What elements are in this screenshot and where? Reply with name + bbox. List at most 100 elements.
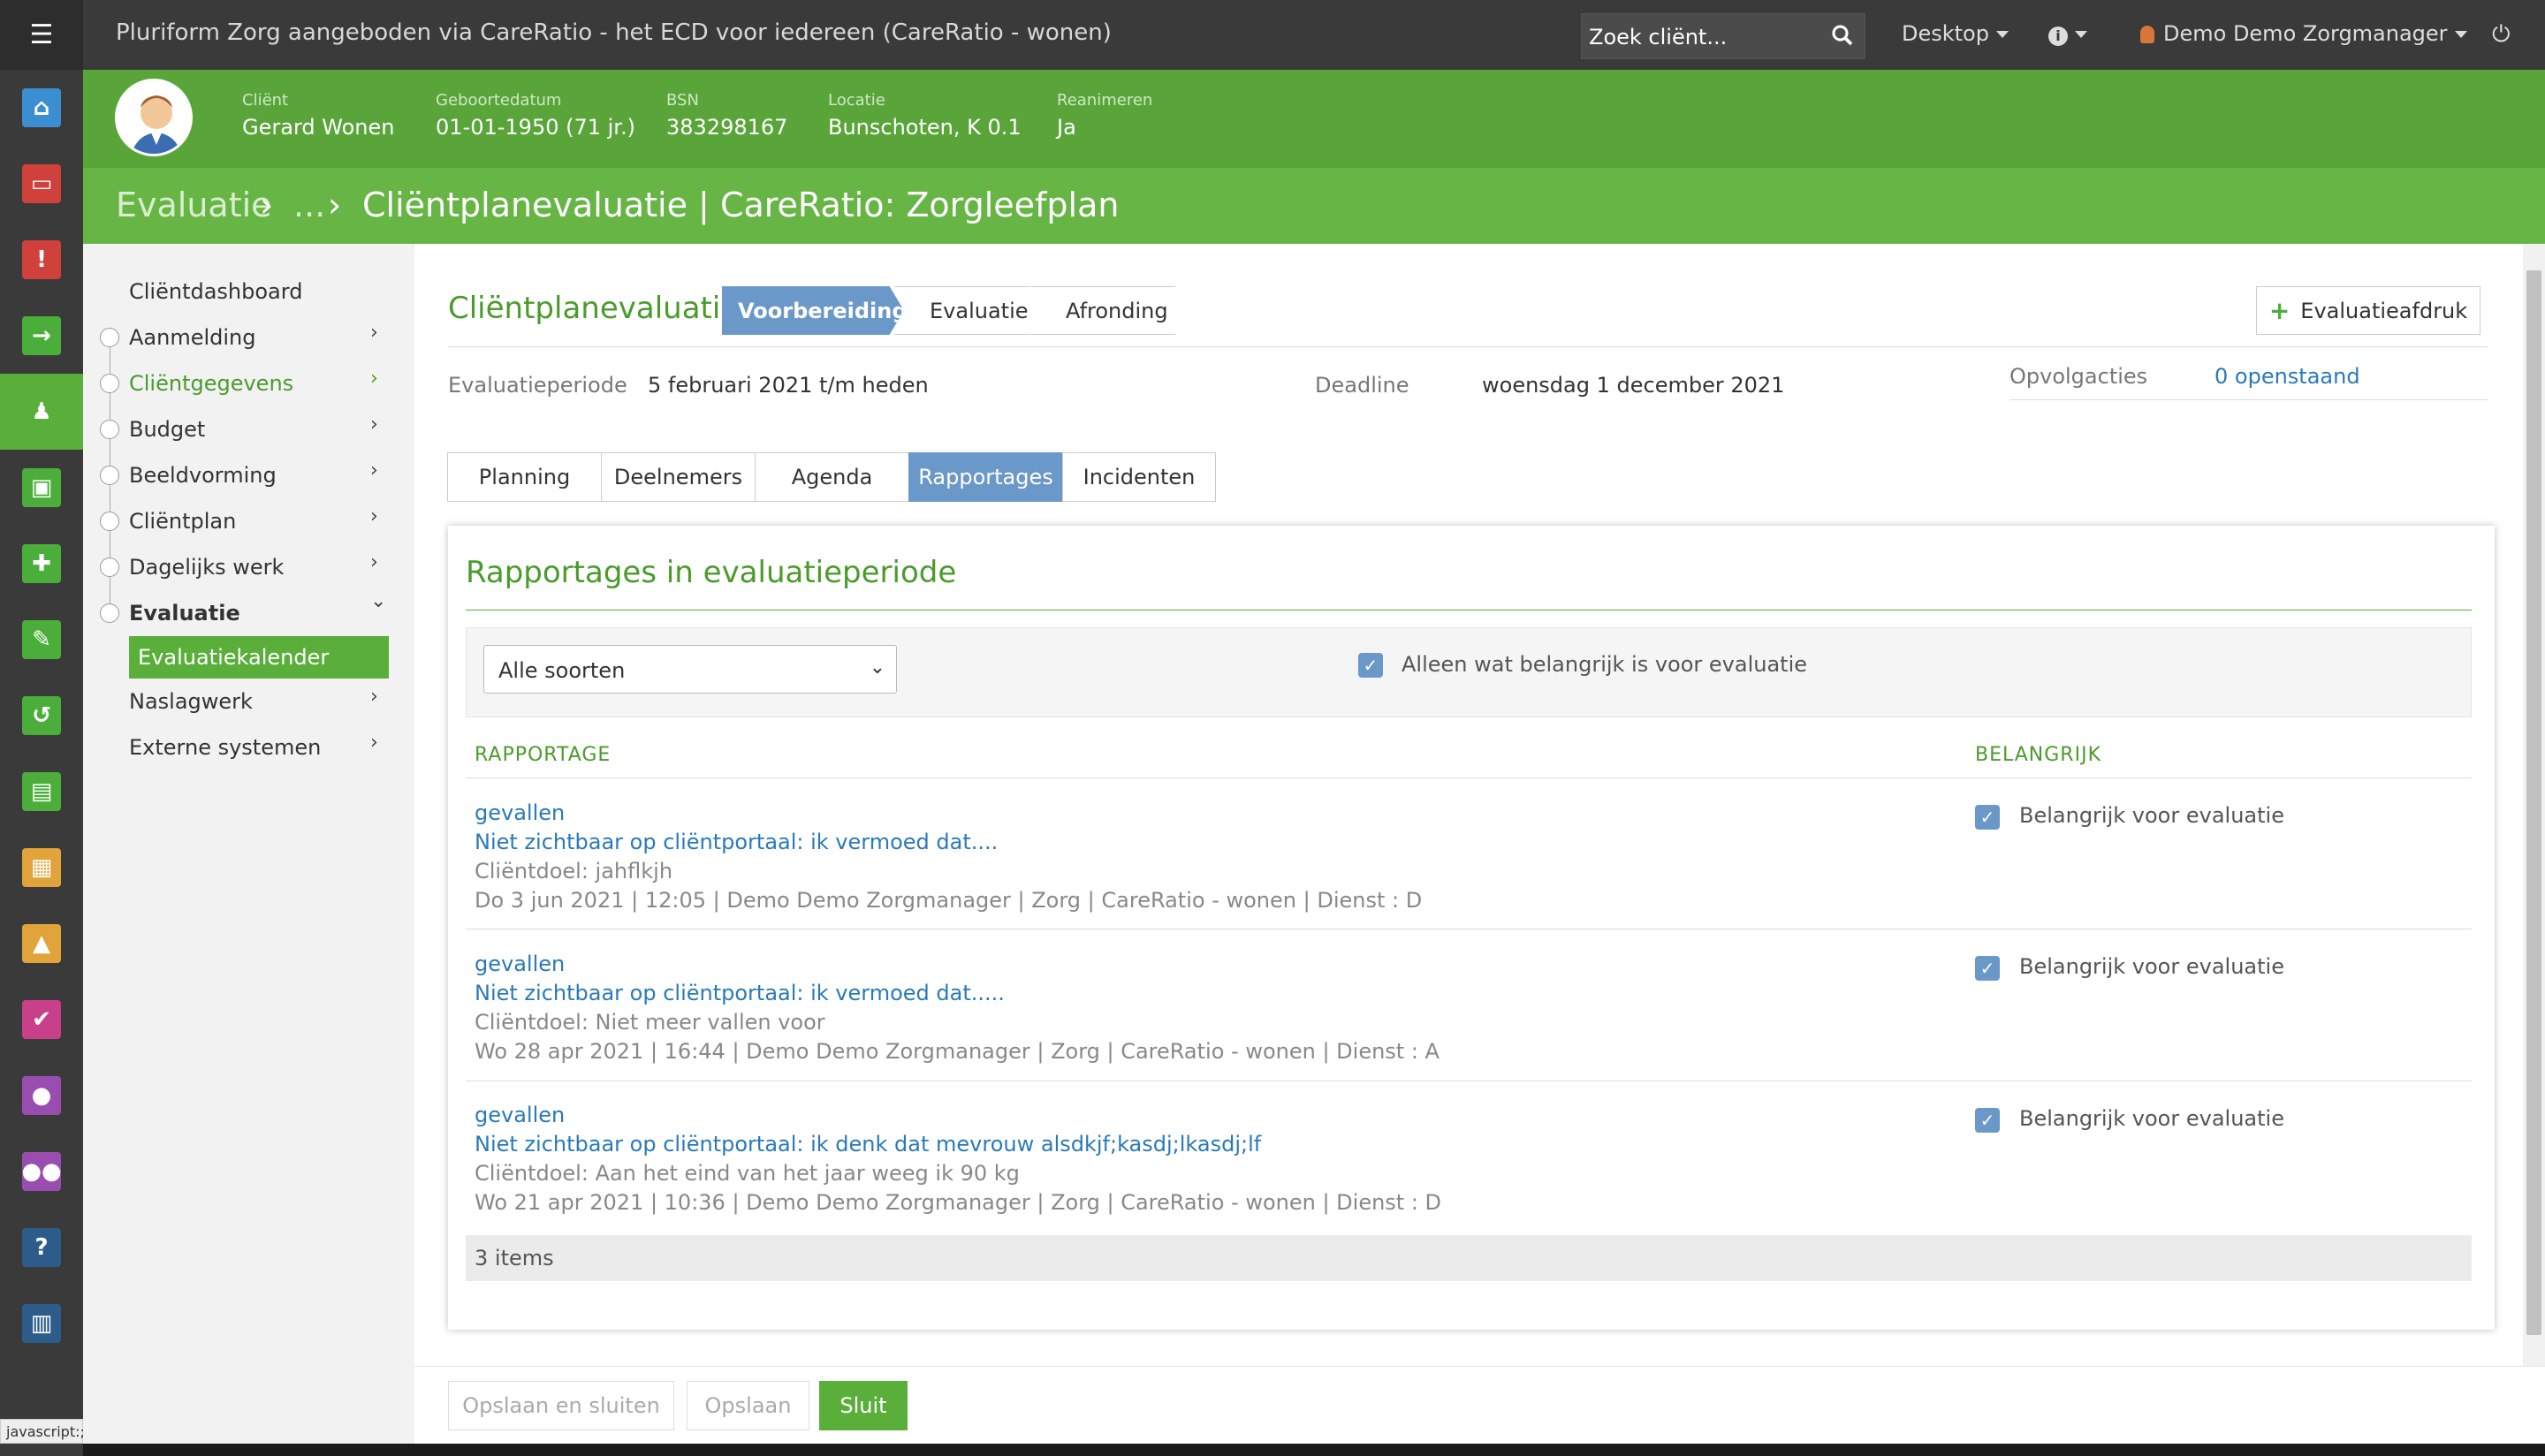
refresh-button[interactable]: ↺: [0, 678, 83, 754]
step-evaluatie[interactable]: Evaluatie: [894, 286, 1045, 335]
road-icon: ▲: [22, 924, 61, 963]
col-rapportage: RAPPORTAGE: [475, 744, 612, 766]
search-input[interactable]: Zoek cliënt...: [1581, 13, 1865, 59]
period-value: 5 februari 2021 t/m heden: [648, 373, 929, 398]
save-close-button[interactable]: Opslaan en sluiten: [448, 1381, 674, 1430]
sidebar-item-evaluatie[interactable]: Evaluatie: [129, 601, 240, 626]
calendar-icon: ▦: [22, 848, 61, 887]
sidebar-item-clientdashboard[interactable]: Cliëntdashboard: [129, 279, 302, 304]
tab-rapportages[interactable]: Rapportages: [908, 452, 1063, 502]
birthdate-label: Geboortedatum: [436, 91, 562, 110]
person-icon: ●: [22, 1076, 61, 1115]
evaluatieafdruk-button[interactable]: + Evaluatieafdruk: [2256, 286, 2480, 335]
tab-planning[interactable]: Planning: [447, 452, 602, 502]
followup-label: Opvolgacties: [2009, 364, 2148, 389]
sidebar-item-clientgegevens[interactable]: Cliëntgegevens: [129, 371, 293, 396]
check-icon: ✔: [22, 1000, 61, 1039]
report-type[interactable]: gevallen: [475, 952, 565, 976]
important-checkbox[interactable]: ✓: [1975, 1108, 2000, 1133]
puzzle-button[interactable]: ✚: [0, 526, 83, 602]
search-icon[interactable]: [1829, 22, 1856, 49]
sidebar-item-dagelijks-werk[interactable]: Dagelijks werk: [129, 555, 284, 580]
signin-button[interactable]: →: [0, 298, 83, 374]
location-field: Locatie Bunschoten, K 0.1: [828, 91, 1022, 140]
client-bar: Cliënt Gerard Wonen Geboortedatum 01-01-19…: [83, 70, 2545, 168]
sidebar-item-budget[interactable]: Budget: [129, 417, 205, 442]
road-button[interactable]: ▲: [0, 906, 83, 982]
report-goal: Cliëntdoel: Aan het eind van het jaar we…: [475, 1161, 1020, 1186]
nav-dot: [100, 512, 119, 531]
user-dropdown[interactable]: Demo Demo Zorgmanager: [2140, 21, 2467, 46]
report-text[interactable]: Niet zichtbaar op cliëntportaal: ik verm…: [475, 830, 998, 854]
user-icon: [2140, 26, 2154, 43]
important-checkbox[interactable]: ✓: [1975, 956, 2000, 981]
desktop-dropdown[interactable]: Desktop: [1902, 21, 2009, 46]
close-button[interactable]: Sluit: [819, 1381, 908, 1430]
info-dropdown[interactable]: i: [2048, 21, 2087, 46]
inbox-button[interactable]: ▭: [0, 146, 83, 222]
followup-link[interactable]: 0 openstaand: [2215, 364, 2360, 389]
scrollbar[interactable]: [2523, 244, 2545, 1366]
help-button[interactable]: ?: [0, 1210, 83, 1285]
important-label: Belangrijk voor evaluatie: [2019, 1106, 2284, 1131]
home-button[interactable]: ⌂: [0, 70, 83, 146]
pencil-button[interactable]: ✎: [0, 602, 83, 678]
report-type[interactable]: gevallen: [475, 800, 565, 825]
check-button[interactable]: ✔: [0, 982, 83, 1058]
tab-incidenten[interactable]: Incidenten: [1062, 452, 1216, 502]
power-icon[interactable]: ⏻: [2492, 21, 2511, 49]
sidebar-item-aanmelding[interactable]: Aanmelding: [129, 325, 256, 350]
user-button[interactable]: ●: [0, 1058, 83, 1134]
bsn-field: BSN 383298167: [666, 91, 787, 140]
breadcrumb-ellipsis[interactable]: ...: [293, 186, 325, 224]
scroll-thumb[interactable]: [2526, 270, 2541, 1335]
sidebar-item-beeldvorming[interactable]: Beeldvorming: [129, 463, 277, 488]
chevron-down-icon: ⌄: [869, 656, 885, 679]
sidebar-item-naslagwerk[interactable]: Naslagwerk: [129, 689, 253, 714]
warning-button[interactable]: !: [0, 222, 83, 298]
menu-icon[interactable]: ☰: [0, 0, 83, 70]
chevron-right-icon: ›: [370, 505, 378, 527]
money-icon: ▣: [22, 468, 61, 507]
nav-dot: [100, 603, 119, 623]
breadcrumb-root[interactable]: Evaluatie: [116, 186, 272, 224]
save-button[interactable]: Opslaan: [687, 1381, 809, 1430]
nav-dot: [100, 466, 119, 485]
user-label: Demo Demo Zorgmanager: [2163, 21, 2448, 46]
report-text[interactable]: Niet zichtbaar op cliëntportaal: ik denk…: [475, 1132, 1261, 1156]
location-label: Locatie: [828, 91, 885, 110]
chart-button[interactable]: ▥: [0, 1285, 83, 1361]
calendar-button[interactable]: ▦: [0, 830, 83, 906]
pencil-icon: ✎: [22, 620, 61, 659]
tab-deelnemers[interactable]: Deelnemers: [601, 452, 756, 502]
tab-agenda[interactable]: Agenda: [755, 452, 909, 502]
client-button[interactable]: ♟: [0, 374, 83, 450]
money-button[interactable]: ▣: [0, 450, 83, 526]
breadcrumb-separator: ›: [328, 186, 342, 224]
bsn-value: 383298167: [666, 115, 788, 140]
chevron-right-icon: ›: [370, 413, 378, 436]
search-placeholder: Zoek cliënt...: [1589, 25, 1728, 49]
status-bar: javascript:;: [0, 1419, 85, 1444]
important-filter-checkbox[interactable]: ✓: [1358, 653, 1383, 678]
type-select[interactable]: Alle soorten ⌄: [483, 645, 897, 694]
step-voorbereiding[interactable]: Voorbereiding: [722, 286, 904, 335]
sidebar-item-evaluatiekalender[interactable]: Evaluatiekalender: [129, 636, 389, 679]
report-goal: Cliëntdoel: jahflkjh: [475, 859, 673, 883]
plus-icon: +: [2268, 296, 2290, 325]
important-checkbox[interactable]: ✓: [1975, 805, 2000, 830]
client-name-value: Gerard Wonen: [242, 115, 395, 140]
important-label: Belangrijk voor evaluatie: [2019, 803, 2284, 828]
type-select-value: Alle soorten: [498, 658, 626, 683]
resuscitate-field: Reanimeren Ja: [1057, 91, 1152, 140]
client-name-label: Cliënt: [242, 91, 289, 110]
sidebar-item-externe-systemen[interactable]: Externe systemen: [129, 735, 321, 760]
group-button[interactable]: ●●: [0, 1134, 83, 1210]
document-button[interactable]: ▤: [0, 754, 83, 830]
chevron-right-icon: ›: [370, 551, 378, 573]
sidebar-item-clientplan[interactable]: Cliëntplan: [129, 509, 236, 534]
step-afronding[interactable]: Afronding: [1030, 286, 1191, 335]
deadline-value: woensdag 1 december 2021: [1482, 373, 1785, 398]
report-type[interactable]: gevallen: [475, 1103, 565, 1127]
report-text[interactable]: Niet zichtbaar op cliëntportaal: ik verm…: [475, 981, 1005, 1005]
